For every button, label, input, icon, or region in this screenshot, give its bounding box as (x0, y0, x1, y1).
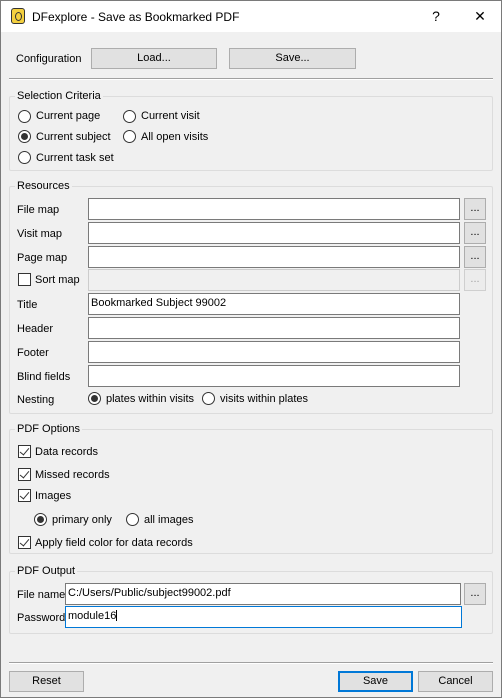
header-label: Header (17, 323, 54, 335)
load-config-button[interactable]: Load... (91, 48, 217, 69)
dialog-window: DFexplore - Save as Bookmarked PDF ? ✕ C… (0, 0, 502, 698)
configuration-label: Configuration (16, 53, 82, 65)
footer-divider (9, 662, 493, 664)
window-title: DFexplore - Save as Bookmarked PDF (32, 10, 240, 24)
page-map-label: Page map (17, 252, 68, 264)
radio-all-images-label[interactable]: all images (144, 514, 194, 526)
file-map-input[interactable] (88, 198, 460, 220)
data-records-label[interactable]: Data records (35, 446, 98, 458)
file-map-label: File map (17, 204, 60, 216)
divider (9, 78, 493, 80)
radio-current-visit-label[interactable]: Current visit (141, 110, 200, 122)
radio-current-page-label[interactable]: Current page (36, 110, 100, 122)
radio-current-page[interactable] (18, 110, 31, 123)
text-caret (116, 610, 118, 621)
password-input[interactable]: module16 (65, 606, 462, 628)
data-records-checkbox[interactable] (18, 445, 31, 458)
help-button[interactable]: ? (425, 7, 447, 25)
sort-map-checkbox[interactable] (18, 273, 31, 286)
radio-current-subject-label[interactable]: Current subject (36, 131, 111, 143)
images-label[interactable]: Images (35, 490, 71, 502)
file-name-input[interactable]: C:/Users/Public/subject99002.pdf (65, 583, 461, 605)
password-value: module16 (68, 610, 117, 622)
visit-map-input[interactable] (88, 222, 460, 244)
file-map-browse-button[interactable]: ... (464, 198, 486, 220)
pdf-options-title: PDF Options (15, 423, 82, 435)
radio-plates-within-visits-label[interactable]: plates within visits (106, 393, 194, 405)
pdf-output-title: PDF Output (15, 565, 78, 577)
radio-plates-within-visits[interactable] (88, 392, 101, 405)
images-checkbox[interactable] (18, 489, 31, 502)
resources-title: Resources (15, 180, 72, 192)
sort-map-label[interactable]: Sort map (35, 274, 80, 286)
header-input[interactable] (88, 317, 460, 339)
file-name-browse-button[interactable]: ... (464, 583, 486, 605)
radio-all-open-visits[interactable] (123, 130, 136, 143)
sort-map-input (88, 269, 460, 291)
nesting-label: Nesting (17, 394, 55, 406)
page-map-browse-button[interactable]: ... (464, 246, 486, 268)
sort-map-browse-button: ... (464, 269, 486, 291)
radio-primary-only-label[interactable]: primary only (52, 514, 112, 526)
radio-current-visit[interactable] (123, 110, 136, 123)
missed-records-label[interactable]: Missed records (35, 469, 110, 481)
missed-records-checkbox[interactable] (18, 468, 31, 481)
radio-primary-only[interactable] (34, 513, 47, 526)
title-bar[interactable]: DFexplore - Save as Bookmarked PDF ? ✕ (1, 1, 501, 32)
page-map-input[interactable] (88, 246, 460, 268)
visit-map-browse-button[interactable]: ... (464, 222, 486, 244)
apply-field-color-label[interactable]: Apply field color for data records (35, 537, 193, 549)
save-config-button[interactable]: Save... (229, 48, 356, 69)
dfexplore-app-icon (11, 8, 25, 24)
radio-current-task-set-label[interactable]: Current task set (36, 152, 114, 164)
radio-visits-within-plates[interactable] (202, 392, 215, 405)
radio-current-task-set[interactable] (18, 151, 31, 164)
blind-fields-input[interactable] (88, 365, 460, 387)
footer-label: Footer (17, 347, 49, 359)
footer-input[interactable] (88, 341, 460, 363)
visit-map-label: Visit map (17, 228, 63, 240)
file-name-label: File name (17, 589, 66, 601)
reset-button[interactable]: Reset (9, 671, 84, 692)
blind-fields-label: Blind fields (17, 371, 71, 383)
selection-criteria-title: Selection Criteria (15, 90, 103, 102)
radio-current-subject[interactable] (18, 130, 31, 143)
save-button[interactable]: Save (338, 671, 413, 692)
radio-all-open-visits-label[interactable]: All open visits (141, 131, 208, 143)
radio-all-images[interactable] (126, 513, 139, 526)
title-input[interactable]: Bookmarked Subject 99002 (88, 293, 460, 315)
password-label: Password (17, 612, 66, 624)
apply-field-color-checkbox[interactable] (18, 536, 31, 549)
close-button[interactable]: ✕ (469, 7, 491, 25)
radio-visits-within-plates-label[interactable]: visits within plates (220, 393, 308, 405)
title-label: Title (17, 299, 38, 311)
cancel-button[interactable]: Cancel (418, 671, 493, 692)
